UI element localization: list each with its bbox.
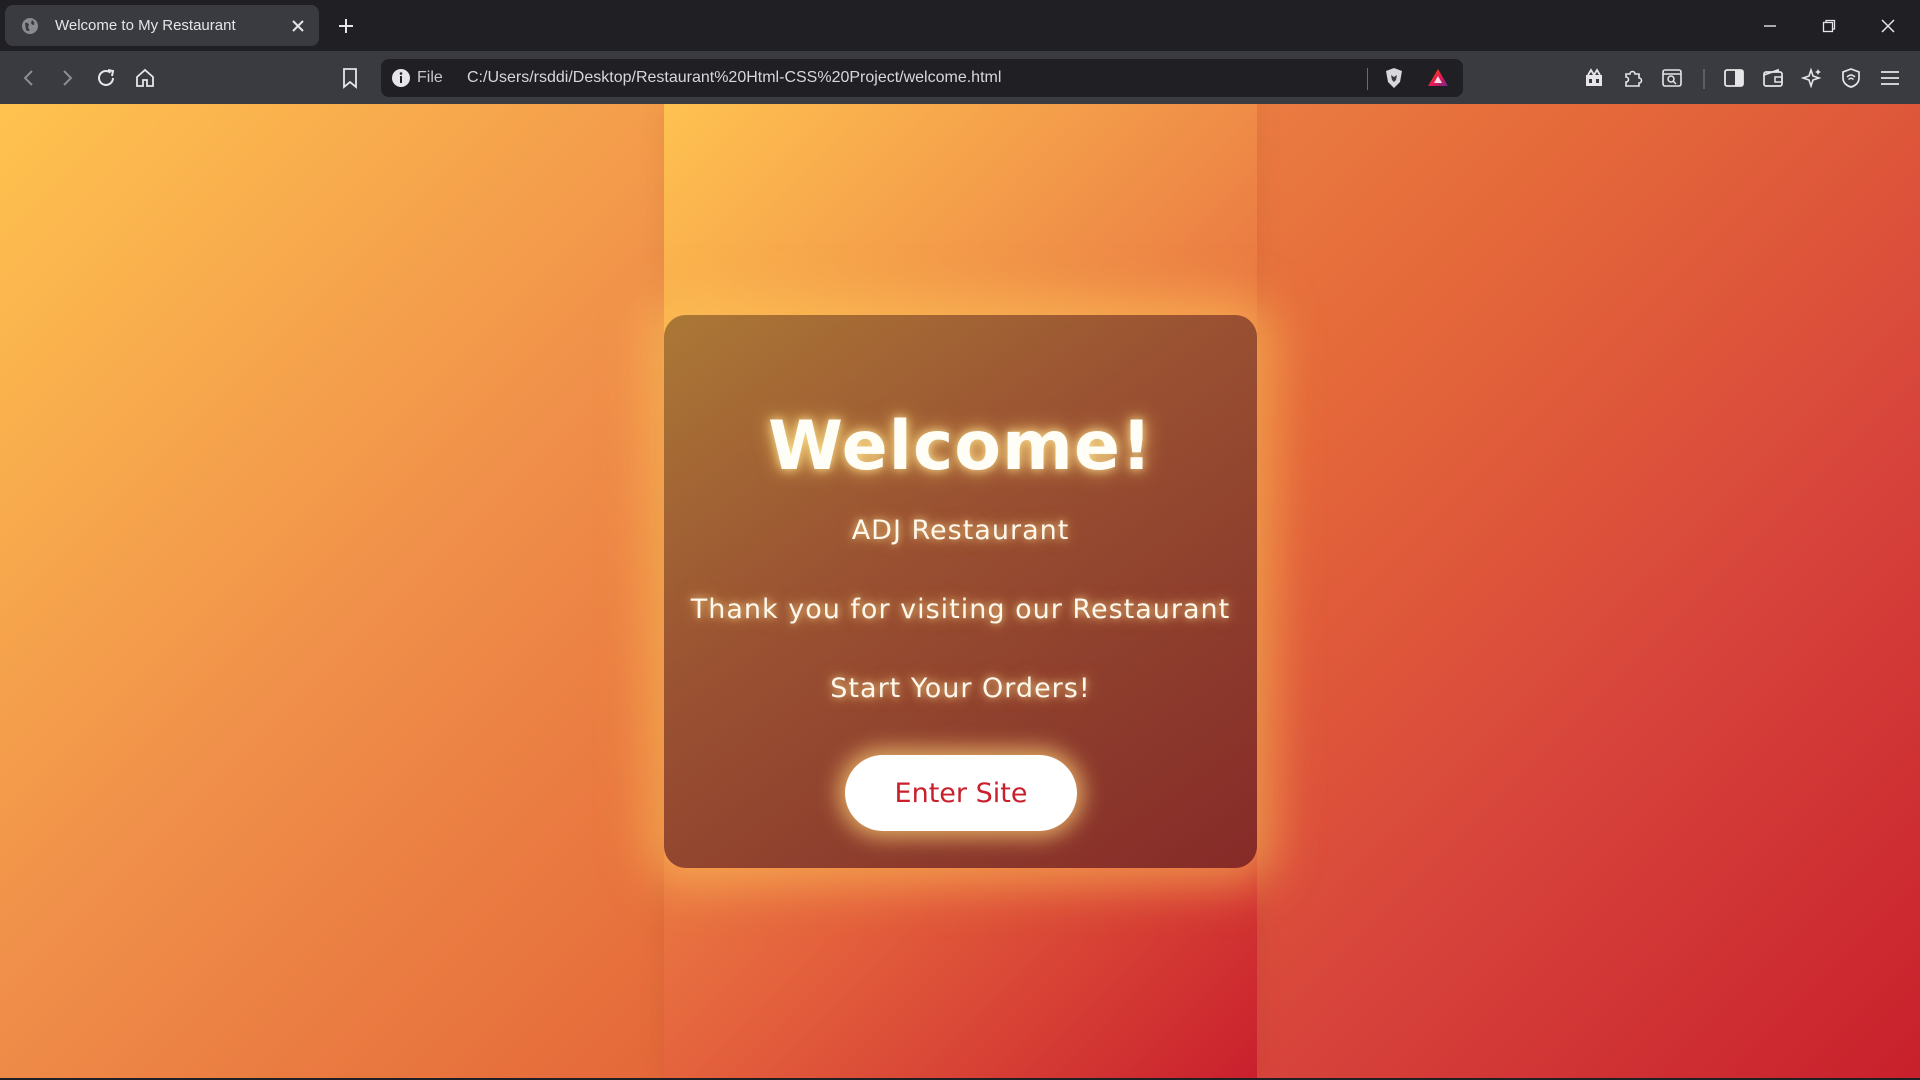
menu-icon[interactable] (1874, 62, 1906, 94)
address-bar[interactable]: File C:/Users/rsddi/Desktop/Restaurant%2… (381, 59, 1463, 97)
close-window-icon[interactable] (1859, 0, 1917, 51)
leo-ai-icon[interactable] (1578, 62, 1610, 94)
address-divider (1367, 68, 1368, 90)
forward-arrow-icon[interactable] (51, 62, 83, 94)
sparkle-icon[interactable] (1796, 62, 1828, 94)
tab-title: Welcome to My Restaurant (55, 17, 236, 34)
restaurant-name: ADJ Restaurant (851, 515, 1070, 546)
reload-icon[interactable] (90, 62, 122, 94)
welcome-heading: Welcome! (767, 407, 1154, 486)
extensions-icon[interactable] (1617, 62, 1649, 94)
vpn-icon[interactable] (1835, 62, 1867, 94)
thank-you-text: Thank you for visiting our Restaurant (690, 594, 1231, 625)
wallet-icon[interactable] (1757, 62, 1789, 94)
minimize-window-icon[interactable] (1741, 0, 1799, 51)
address-url[interactable]: C:/Users/rsddi/Desktop/Restaurant%20Html… (467, 69, 1001, 87)
close-tab-icon[interactable] (283, 11, 313, 41)
home-icon[interactable] (129, 62, 161, 94)
screenshot-icon[interactable] (1656, 62, 1688, 94)
browser-toolbar: File C:/Users/rsddi/Desktop/Restaurant%2… (0, 51, 1920, 104)
call-to-action-text: Start Your Orders! (830, 673, 1091, 704)
restore-window-icon[interactable] (1800, 0, 1858, 51)
bookmark-icon[interactable] (334, 62, 366, 94)
address-scheme: File (417, 69, 443, 86)
info-icon[interactable] (391, 68, 411, 88)
brave-shield-icon[interactable] (1382, 66, 1406, 90)
brave-rewards-icon[interactable] (1426, 66, 1450, 90)
browser-title-bar: Welcome to My Restaurant (0, 0, 1920, 51)
sidebar-icon[interactable] (1718, 62, 1750, 94)
back-arrow-icon[interactable] (13, 62, 45, 94)
welcome-card: Welcome! ADJ Restaurant Thank you for vi… (664, 315, 1257, 868)
browser-tab[interactable]: Welcome to My Restaurant (5, 5, 319, 46)
enter-site-button[interactable]: Enter Site (845, 755, 1077, 831)
new-tab-button[interactable] (330, 10, 362, 42)
globe-icon (20, 16, 40, 36)
toolbar-divider (1703, 69, 1705, 89)
page-background: Welcome! ADJ Restaurant Thank you for vi… (0, 104, 1920, 1080)
